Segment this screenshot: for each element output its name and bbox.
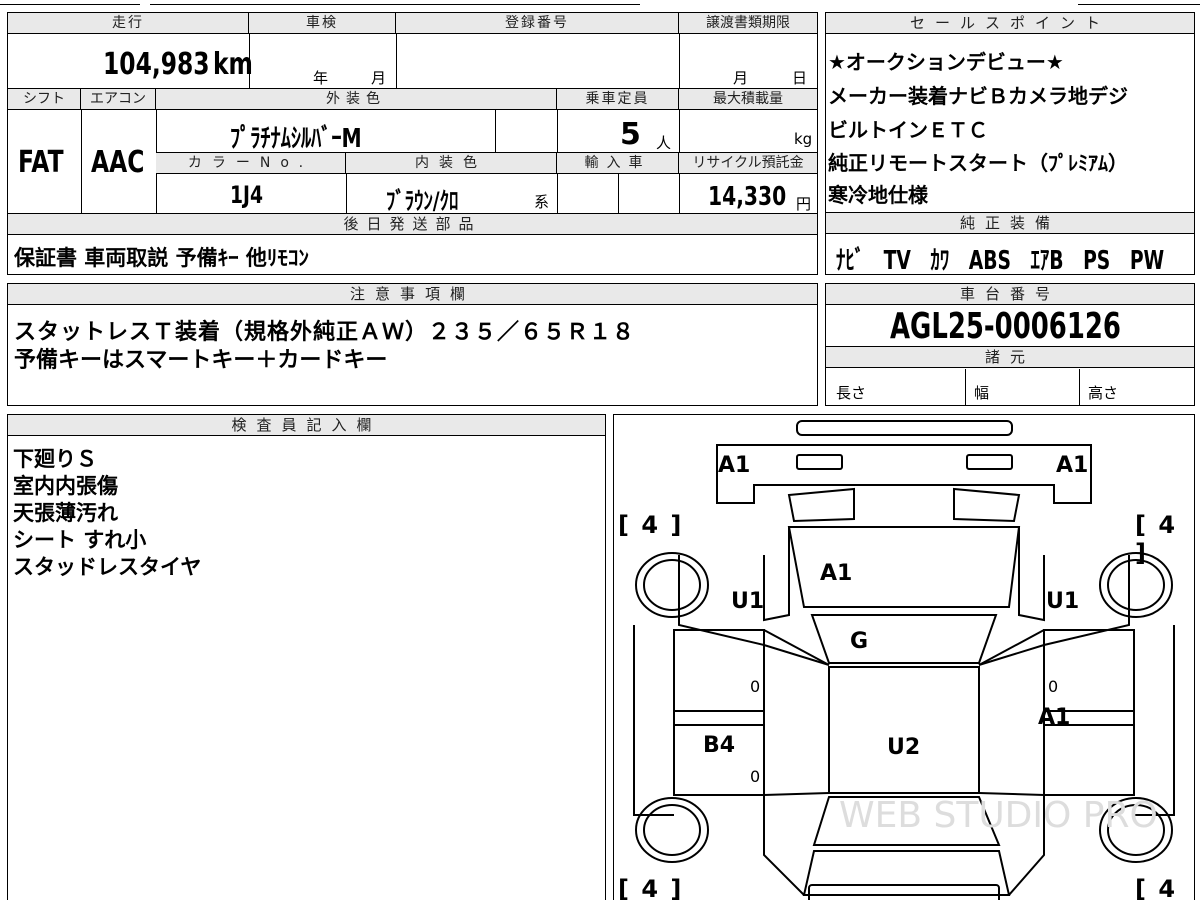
after-parts-value: 保証書 車両取説 予備ｷｰ 他ﾘﾓｺﾝ <box>14 246 309 270</box>
color-no-value: 1J4 <box>230 181 264 209</box>
sales-point-1: ★オークションデビュー★ <box>828 50 1064 74</box>
color-no-header: カラーNo. <box>156 152 346 174</box>
interior-suffix: 系 <box>534 193 550 211</box>
inspector-header: 検査員記入欄 <box>8 415 605 436</box>
mark-windshield: G <box>850 629 869 654</box>
shift-value: FAT <box>18 145 64 180</box>
mark-fender-right: U1 <box>1046 589 1080 614</box>
tire-rl: [ 4 ] <box>618 875 684 900</box>
mileage-header: 走行 <box>8 13 249 34</box>
shift-header: シフト <box>8 89 81 110</box>
exterior-color-value: ﾌﾟﾗﾁﾅﾑｼﾙﾊﾞｰM <box>230 124 362 154</box>
spec-table: 走行 車検 登録番号 譲渡書類期限 104,983 km 年 月 月 日 シフト… <box>7 12 818 275</box>
car-diagram-box: WEB STUDIO PRO A1 A1 A1 U1 U1 G 0 0 A1 B… <box>613 414 1195 900</box>
max-load-header: 最大積載量 <box>679 89 817 110</box>
transfer-month: 月 <box>733 69 749 87</box>
sales-point-5: 寒冷地仕様 <box>828 183 928 207</box>
mark-door-right-front: 0 <box>1048 677 1059 696</box>
watermark: WEB STUDIO PRO <box>839 795 1158 836</box>
max-load-unit: kg <box>794 130 813 148</box>
equipment-item: ｶﾜ <box>930 246 950 276</box>
inspection-month: 月 <box>371 69 387 87</box>
interior-color-header: 内装色 <box>346 152 557 174</box>
tire-fl: [ 4 ] <box>618 511 684 539</box>
transfer-deadline-header: 譲渡書類期限 <box>679 13 817 34</box>
capacity-value: 5 <box>620 117 641 152</box>
mark-front-right: A1 <box>1056 453 1089 478</box>
inspection-year: 年 <box>313 69 329 87</box>
notes-header: 注意事項欄 <box>8 284 817 305</box>
equipment-item: ｴｱB <box>1030 246 1064 276</box>
tire-rr: [ 4 ] <box>1135 875 1178 900</box>
chassis-header: 車台番号 <box>826 284 1194 305</box>
inspector-line-2: 室内内張傷 <box>13 474 118 498</box>
mark-front-left: A1 <box>718 453 751 478</box>
specs-header: 諸元 <box>826 347 1194 368</box>
mark-door-left-front: 0 <box>750 677 761 696</box>
inspector-line-4: シート すれ小 <box>13 528 147 552</box>
sales-point-2: メーカー装着ナビＢカメラ地デジ <box>828 84 1128 108</box>
aircon-value: AAC <box>91 145 145 180</box>
sales-point-4: 純正リモートスタート（ﾌﾟﾚﾐｱﾑ） <box>828 151 1128 175</box>
equipment-header: 純正装備 <box>826 213 1194 234</box>
width-label: 幅 <box>974 384 990 402</box>
recycle-unit: 円 <box>796 195 812 213</box>
aircon-header: エアコン <box>81 89 156 110</box>
inspection-header: 車検 <box>249 13 396 34</box>
after-parts-header: 後日発送部品 <box>8 214 817 235</box>
inspector-line-1: 下廻りＳ <box>13 447 97 471</box>
import-header: 輸入車 <box>557 152 679 174</box>
recycle-fee-header: リサイクル預託金 <box>679 152 817 174</box>
mark-fender-left: U1 <box>731 589 765 614</box>
mark-door-left-rear: 0 <box>750 767 761 786</box>
inspector-line-3: 天張薄汚れ <box>13 501 118 525</box>
sales-points-box: セールスポイント ★オークションデビュー★ メーカー装着ナビＢカメラ地デジ ビル… <box>825 12 1195 213</box>
equipment-item: PW <box>1129 246 1165 276</box>
notes-box: 注意事項欄 スタットレスＴ装着（規格外純正ＡＷ）２３５／６５Ｒ１８ 予備キーはス… <box>7 283 818 406</box>
notes-line-2: 予備キーはスマートキー＋カードキー <box>14 348 388 373</box>
equipment-item: TV <box>883 246 911 276</box>
equipment-box: 純正装備 ﾅﾋﾞ TV ｶﾜ ABS ｴｱB PS PW <box>825 212 1195 276</box>
exterior-color-header: 外装色 <box>156 89 557 110</box>
registration-header: 登録番号 <box>396 13 679 34</box>
transfer-day: 日 <box>792 69 808 87</box>
capacity-header: 乗車定員 <box>557 89 679 110</box>
mark-hood: A1 <box>820 561 853 586</box>
recycle-value: 14,330 <box>708 182 787 212</box>
mileage-unit: km <box>213 47 253 82</box>
length-label: 長さ <box>836 384 867 402</box>
interior-color-value: ﾌﾞﾗｳﾝ/ｸﾛ <box>386 187 459 215</box>
height-label: 高さ <box>1088 384 1119 402</box>
sales-point-3: ビルトインＥＴＣ <box>828 118 988 142</box>
equipment-item: ﾅﾋﾞ <box>836 246 865 276</box>
equipment-item: ABS <box>968 246 1011 276</box>
chassis-number: AGL25-0006126 <box>890 306 1121 347</box>
sales-points-header: セールスポイント <box>826 13 1194 34</box>
inspector-line-5: スタッドレスタイヤ <box>13 555 202 579</box>
car-diagram: WEB STUDIO PRO <box>633 420 1175 900</box>
equipment-items: ﾅﾋﾞ TV ｶﾜ ABS ｴｱB PS PW <box>836 240 1200 277</box>
equipment-item: PS <box>1083 246 1111 276</box>
mark-rear-door-right: A1 <box>1038 705 1071 730</box>
chassis-box: 車台番号 AGL25-0006126 諸元 長さ 幅 高さ <box>825 283 1195 406</box>
mark-roof: U2 <box>887 735 921 760</box>
mark-rear-door-left: B4 <box>703 733 736 758</box>
capacity-unit: 人 <box>656 134 672 152</box>
tire-fr: [ 4 ] <box>1135 511 1178 567</box>
inspector-box: 検査員記入欄 下廻りＳ 室内内張傷 天張薄汚れ シート すれ小 スタッドレスタイ… <box>7 414 606 900</box>
